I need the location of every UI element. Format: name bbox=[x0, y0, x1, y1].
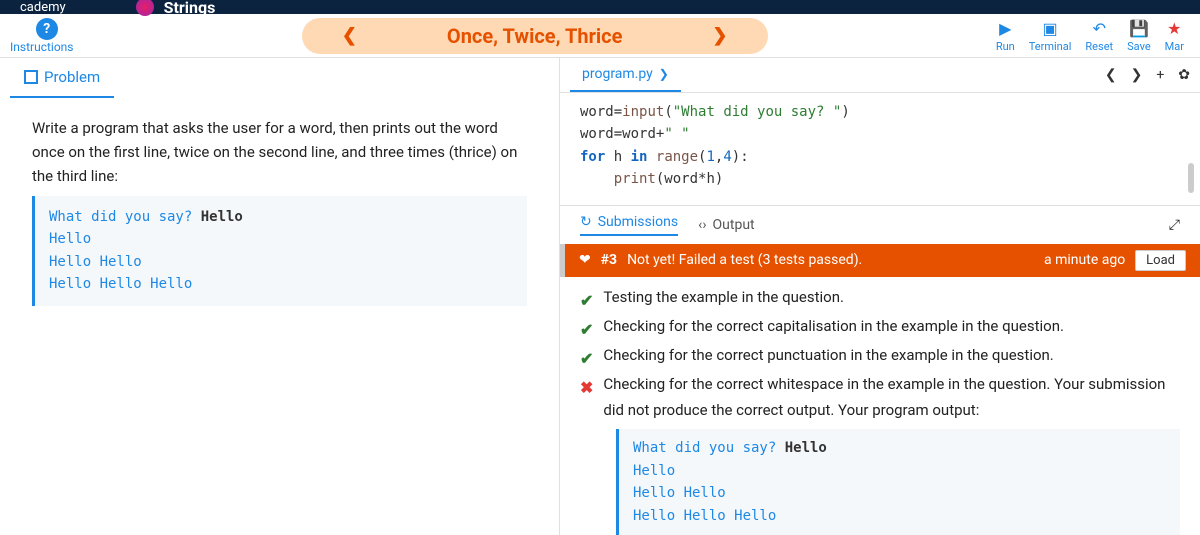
lesson-title: Once, Twice, Thrice bbox=[447, 24, 623, 48]
terminal-icon: ▣ bbox=[1043, 19, 1058, 38]
main: Problem Write a program that asks the us… bbox=[0, 58, 1200, 535]
add-file-button[interactable]: + bbox=[1156, 67, 1164, 83]
code-editor[interactable]: word=input("What did you say? ") word=wo… bbox=[560, 93, 1200, 205]
expand-button[interactable]: ⤢ bbox=[1169, 217, 1180, 233]
bottom-tabs: ↻Submissions ‹›Output ⤢ bbox=[560, 206, 1200, 244]
save-icon: 💾 bbox=[1129, 19, 1149, 38]
next-file-button[interactable]: ❯ bbox=[1131, 67, 1143, 83]
reset-button[interactable]: ↶Reset bbox=[1085, 19, 1113, 53]
prev-file-button[interactable]: ❮ bbox=[1105, 67, 1117, 83]
prev-lesson-button[interactable]: ❮ bbox=[342, 25, 357, 46]
toolbar: ▶Run ▣Terminal ↶Reset 💾Save ★Mar bbox=[996, 19, 1190, 53]
tab-problem[interactable]: Problem bbox=[10, 58, 114, 98]
result-bar[interactable]: ❤ #3 Not yet! Failed a test (3 tests pas… bbox=[560, 244, 1200, 277]
scrollbar[interactable] bbox=[1188, 163, 1194, 193]
top-bar: cademy Strings bbox=[0, 0, 1200, 14]
file-tab-program[interactable]: program.py ❯ bbox=[570, 58, 681, 92]
undo-icon: ↶ bbox=[1093, 19, 1106, 38]
check-icon: ✔ bbox=[580, 345, 593, 372]
chevron-right-icon: ❯ bbox=[659, 67, 669, 81]
problem-icon bbox=[24, 70, 38, 84]
cross-icon: ✖ bbox=[580, 374, 593, 401]
refresh-icon: ↻ bbox=[580, 214, 592, 230]
save-button[interactable]: 💾Save bbox=[1127, 19, 1151, 53]
result-message: Not yet! Failed a test (3 tests passed). bbox=[627, 252, 862, 268]
next-lesson-button[interactable]: ❯ bbox=[712, 25, 727, 46]
test-row: ✔Checking for the correct punctuation in… bbox=[580, 343, 1180, 372]
submission-id: #3 bbox=[601, 252, 617, 268]
result-time: a minute ago bbox=[1044, 252, 1125, 268]
test-row: ✖Checking for the correct whitespace in … bbox=[580, 372, 1180, 423]
help-icon[interactable]: ? bbox=[36, 18, 58, 40]
file-tab-bar: program.py ❯ ❮ ❯ + ✿ bbox=[560, 58, 1200, 93]
tab-submissions[interactable]: ↻Submissions bbox=[580, 214, 678, 236]
program-output: What did you say? Hello Hello Hello Hell… bbox=[616, 429, 1180, 535]
settings-button[interactable]: ✿ bbox=[1178, 67, 1190, 83]
load-button[interactable]: Load bbox=[1135, 250, 1186, 271]
chevron-down-icon: ❤ bbox=[579, 252, 591, 268]
example-block: What did you say? Hello Hello Hello Hell… bbox=[32, 196, 527, 306]
problem-text: Write a program that asks the user for a… bbox=[32, 116, 527, 188]
file-name: program.py bbox=[582, 66, 653, 82]
problem-body: Write a program that asks the user for a… bbox=[0, 98, 559, 324]
problem-tab-label: Problem bbox=[44, 68, 100, 86]
logo-icon bbox=[136, 0, 154, 16]
brand-right: Strings bbox=[164, 0, 216, 17]
tab-output[interactable]: ‹›Output bbox=[698, 217, 755, 233]
test-row: ✔Testing the example in the question. bbox=[580, 285, 1180, 314]
file-tools: ❮ ❯ + ✿ bbox=[1105, 67, 1190, 83]
star-icon: ★ bbox=[1167, 19, 1181, 38]
code-icon: ‹› bbox=[698, 217, 706, 233]
lesson-title-chip: ❮ Once, Twice, Thrice ❯ bbox=[302, 18, 768, 54]
problem-pane: Problem Write a program that asks the us… bbox=[0, 58, 560, 535]
test-row: ✔Checking for the correct capitalisation… bbox=[580, 314, 1180, 343]
mark-button[interactable]: ★Mar bbox=[1165, 19, 1184, 53]
terminal-button[interactable]: ▣Terminal bbox=[1029, 19, 1072, 53]
test-results: ✔Testing the example in the question. ✔C… bbox=[560, 277, 1200, 535]
check-icon: ✔ bbox=[580, 316, 593, 343]
check-icon: ✔ bbox=[580, 287, 593, 314]
header-bar: ? Instructions ❮ Once, Twice, Thrice ❯ ▶… bbox=[0, 14, 1200, 58]
editor-pane: program.py ❯ ❮ ❯ + ✿ word=input("What di… bbox=[560, 58, 1200, 535]
instructions-link[interactable]: Instructions bbox=[10, 40, 73, 54]
bottom-panel: ↻Submissions ‹›Output ⤢ ❤ #3 Not yet! Fa… bbox=[560, 205, 1200, 535]
run-button[interactable]: ▶Run bbox=[996, 19, 1015, 53]
play-icon: ▶ bbox=[999, 19, 1011, 38]
brand-left: cademy bbox=[20, 0, 66, 15]
